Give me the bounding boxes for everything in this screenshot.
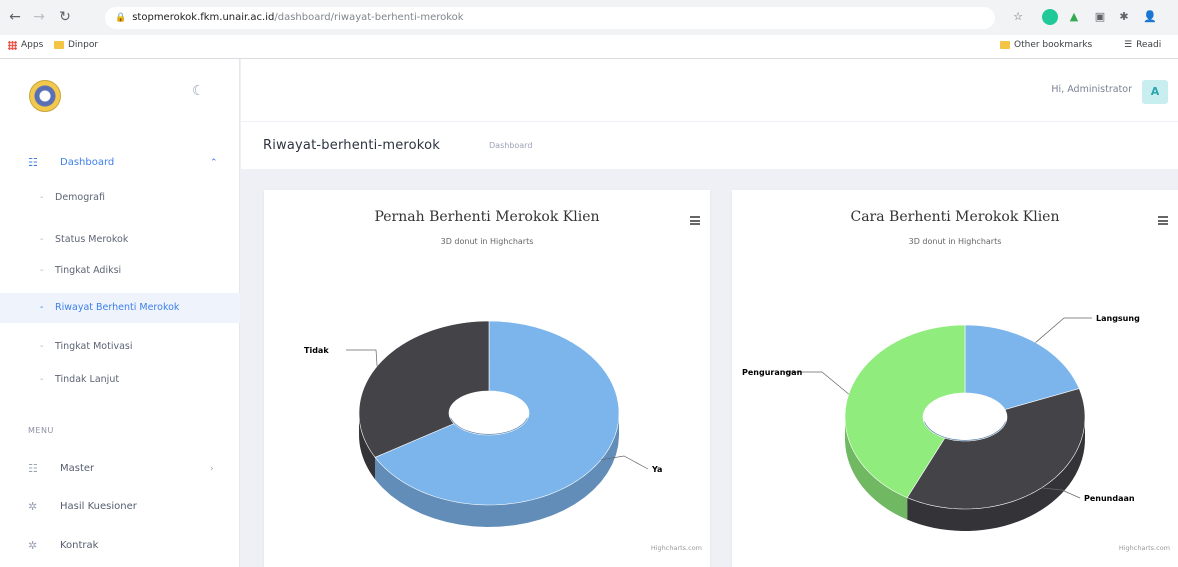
extension-icon[interactable]: ▣ [1092, 9, 1108, 25]
reading-list-icon: ☰ [1124, 40, 1133, 50]
sidebar-item-kontrak[interactable]: ✲ Kontrak [0, 530, 240, 562]
sidebar-item-dashboard[interactable]: ☷ Dashboard ⌃ [0, 147, 240, 179]
folder-icon [54, 41, 64, 49]
collapse-sidebar-icon[interactable]: ☾ [192, 83, 205, 99]
label-connector [346, 349, 378, 367]
donut-hole [924, 394, 1006, 440]
apps-icon [8, 40, 17, 50]
page-title: Riwayat-berhenti-merokok [263, 138, 440, 153]
menu-heading: MENU [28, 426, 54, 435]
page-header: Riwayat-berhenti-merokok Dashboard [241, 121, 1178, 169]
forward-icon[interactable]: → [30, 9, 48, 25]
sidebar-subitem-tindak-lanjut[interactable]: - Tindak Lanjut [0, 365, 240, 395]
chevron-up-icon: ⌃ [210, 158, 218, 168]
sidebar-subitem-demografi[interactable]: - Demografi [0, 183, 240, 213]
data-label-penundaan: Penundaan [1084, 494, 1135, 503]
avatar[interactable]: A [1142, 80, 1168, 104]
sidebar-item-master[interactable]: ☷ Master › [0, 453, 240, 485]
profile-icon[interactable]: 👤 [1142, 9, 1158, 25]
gear-icon: ✲ [28, 539, 38, 552]
logo[interactable] [29, 80, 61, 112]
url-host: stopmerokok.fkm.unair.ac.id [132, 12, 275, 23]
data-label-ya: Ya [651, 465, 662, 474]
gear-icon: ✲ [28, 500, 38, 513]
lock-icon: 🔒 [115, 13, 127, 23]
chevron-right-icon: › [210, 464, 214, 474]
chart-credits[interactable]: Highcharts.com [651, 544, 702, 552]
user-greeting[interactable]: Hi, Administrator [1051, 84, 1132, 95]
chart-card-cara-berhenti: Cara Berhenti Merokok Klien 3D donut in … [732, 190, 1178, 567]
chart-card-pernah-berhenti: Pernah Berhenti Merokok Klien 3D donut i… [264, 190, 710, 567]
url-path: /dashboard/riwayat-berhenti-merokok [274, 12, 464, 23]
sidebar: ☾ ☷ Dashboard ⌃ - Demografi - Status Merok… [0, 59, 240, 567]
sidebar-subitem-tingkat-motivasi[interactable]: - Tingkat Motivasi [0, 332, 240, 362]
address-bar[interactable]: 🔒 stopmerokok.fkm.unair.ac.id/dashboard/r… [105, 7, 995, 29]
label-connector [1035, 317, 1092, 343]
sidebar-item-hasil-kuesioner[interactable]: ✲ Hasil Kuesioner [0, 491, 240, 523]
breadcrumb[interactable]: Dashboard [489, 141, 532, 150]
donut-chart: Langsung Penundaan Pengurangan [742, 314, 1140, 531]
grid-icon: ☷ [28, 462, 38, 475]
drive-icon[interactable]: ▲ [1066, 9, 1082, 25]
star-icon[interactable]: ☆ [1010, 9, 1026, 25]
donut-chart: Ya Tidak [304, 320, 662, 527]
puzzle-icon[interactable]: ✱ [1116, 9, 1132, 25]
top-header: Hi, Administrator A [241, 59, 1178, 121]
bookmark-apps[interactable]: Apps [8, 40, 43, 50]
donut-hole [450, 392, 528, 434]
browser-toolbar: ← → ↻ 🔒 stopmerokok.fkm.unair.ac.id/dashb… [0, 0, 1178, 35]
back-icon[interactable]: ← [6, 9, 24, 25]
data-label-langsung: Langsung [1096, 314, 1140, 323]
bookmark-folder[interactable]: Dinpor [54, 40, 98, 50]
reload-icon[interactable]: ↻ [56, 9, 74, 25]
data-label-tidak: Tidak [304, 346, 329, 355]
folder-icon [1000, 41, 1010, 49]
bookmark-other[interactable]: Other bookmarks [1000, 40, 1092, 50]
data-label-pengurangan: Pengurangan [742, 368, 803, 377]
extension-icon[interactable] [1042, 9, 1058, 25]
sidebar-subitem-tingkat-adiksi[interactable]: - Tingkat Adiksi [0, 256, 240, 286]
bookmarks-bar: Apps Dinpor Other bookmarks ☰ Readi [0, 35, 1178, 59]
dashboard-icon: ☷ [28, 156, 38, 169]
chart-credits[interactable]: Highcharts.com [1119, 544, 1170, 552]
sidebar-subitem-riwayat-berhenti-merokok[interactable]: - Riwayat Berhenti Merokok [0, 293, 240, 323]
sidebar-subitem-status-merokok[interactable]: - Status Merokok [0, 225, 240, 255]
bookmark-reading-list[interactable]: ☰ Readi [1124, 40, 1161, 50]
